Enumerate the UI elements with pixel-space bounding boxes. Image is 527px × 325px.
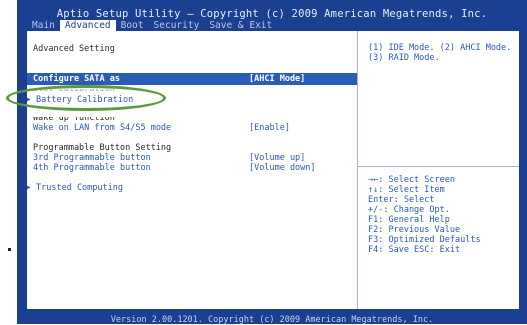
configure-sata-label: Configure SATA as xyxy=(33,74,120,84)
help-divider xyxy=(358,166,519,167)
wake-on-lan-value[interactable]: [Enable] xyxy=(249,123,290,133)
key-hint: F3: Optimized Defaults xyxy=(368,235,481,245)
annotation-highlight-oval xyxy=(6,85,166,111)
wake-section-heading: Wake up function xyxy=(33,113,353,123)
submenu-arrow-icon: ▶ xyxy=(27,184,31,191)
help-pane: (1) IDE Mode. (2) AHCI Mode. (3) RAID Mo… xyxy=(358,31,519,309)
key-hint: Enter: Select xyxy=(368,195,435,205)
bios-screen: Aptio Setup Utility – Copyright (c) 2009… xyxy=(17,0,527,325)
programmable-button-4-label: 4th Programmable button xyxy=(33,163,151,173)
programmable-section-heading: Programmable Button Setting xyxy=(33,143,353,153)
key-hint: F2: Previous Value xyxy=(368,225,461,235)
programmable-button-3-value[interactable]: [Volume up] xyxy=(249,153,305,163)
key-hint: F4: Save ESC: Exit xyxy=(368,245,461,255)
key-hint: +/-: Change Opt. xyxy=(368,205,450,215)
margin-dot xyxy=(8,248,11,251)
settings-list: Advanced Setting Configure SATA as [AHCI… xyxy=(27,31,358,309)
setup-panel: Advanced Setting Configure SATA as [AHCI… xyxy=(27,31,519,309)
key-hint: F1: General Help xyxy=(368,215,450,225)
key-hint: ↑↓: Select Item xyxy=(368,185,445,195)
wake-on-lan-item[interactable]: Wake on LAN from S4/S5 mode [Enable] xyxy=(33,123,353,133)
window-title: Aptio Setup Utility – Copyright (c) 2009… xyxy=(56,8,488,20)
section-heading-advanced: Advanced Setting xyxy=(33,44,353,54)
key-hint: →←: Select Screen xyxy=(368,175,455,185)
item-help-text: (1) IDE Mode. (2) AHCI Mode. (3) RAID Mo… xyxy=(368,43,512,63)
configure-sata-item[interactable]: Configure SATA as [AHCI Mode] xyxy=(33,74,353,84)
programmable-button-4-value[interactable]: [Volume down] xyxy=(249,163,316,173)
key-legend: →←: Select Screen ↑↓: Select Item Enter:… xyxy=(368,175,518,255)
wake-on-lan-label: Wake on LAN from S4/S5 mode xyxy=(33,123,172,133)
programmable-button-3-item[interactable]: 3rd Programmable button [Volume up] xyxy=(33,153,353,163)
programmable-button-4-item[interactable]: 4th Programmable button [Volume down] xyxy=(33,163,353,173)
configure-sata-value[interactable]: [AHCI Mode] xyxy=(249,74,305,84)
trusted-computing-item[interactable]: ▶ Trusted Computing xyxy=(27,183,347,193)
advanced-heading-label: Advanced Setting xyxy=(33,44,115,54)
wake-heading-label: Wake up function xyxy=(33,113,115,123)
programmable-button-3-label: 3rd Programmable button xyxy=(33,153,151,163)
trusted-computing-label: Trusted Computing xyxy=(36,183,123,193)
programmable-heading-label: Programmable Button Setting xyxy=(33,143,172,153)
